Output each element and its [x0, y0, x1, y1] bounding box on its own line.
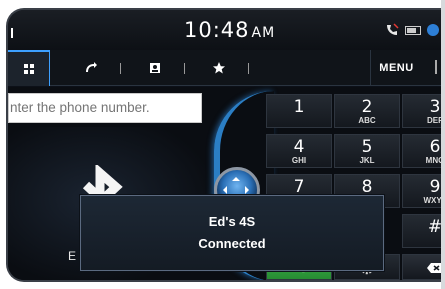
key-digit: 3 — [429, 97, 441, 117]
menu-button[interactable]: MENU — [370, 50, 422, 86]
key-5[interactable]: 5 JKL — [334, 134, 400, 168]
frame-edge — [441, 0, 445, 289]
key-digit: # — [427, 217, 443, 237]
key-digit: 4 — [293, 137, 305, 157]
clock: 10:48 AM — [184, 18, 275, 42]
paired-device-name: E — [68, 249, 77, 263]
tab-divider — [184, 63, 185, 74]
delete-button[interactable] — [402, 254, 445, 280]
popup-device-name: Ed's 4S — [208, 214, 256, 229]
key-digit: 8 — [361, 177, 373, 197]
key-9[interactable]: 9 WXYZ — [402, 174, 445, 208]
connection-popup: Ed's 4S Connected — [80, 195, 384, 271]
tab-dial-pad[interactable] — [8, 50, 50, 86]
key-1[interactable]: 1 — [266, 94, 332, 128]
status-icons — [385, 23, 439, 37]
key-letters: WXYZ — [423, 196, 445, 205]
key-4[interactable]: 4 GHI — [266, 134, 332, 168]
key-digit: 6 — [429, 137, 441, 157]
clock-time: 10:48 — [184, 18, 250, 42]
key-letters: DEF — [427, 116, 443, 125]
bluetooth-status-icon — [427, 24, 439, 36]
key-hash[interactable]: # — [402, 214, 445, 248]
key-letters: MNO — [425, 156, 445, 165]
key-letters: GHI — [291, 156, 307, 165]
contacts-icon — [150, 63, 160, 73]
battery-icon — [405, 25, 421, 35]
tab-divider — [248, 63, 249, 74]
key-digit: 5 — [361, 137, 373, 157]
key-digit: 9 — [429, 177, 441, 197]
star-icon — [213, 62, 225, 74]
arrow-right-icon — [245, 186, 253, 194]
keypad-icon — [23, 64, 34, 74]
tab-divider — [120, 63, 121, 74]
status-bar: 10:48 AM — [8, 10, 445, 50]
key-digit: 7 — [293, 177, 305, 197]
popup-status: Connected — [198, 236, 266, 251]
key-digit: 2 — [361, 97, 373, 117]
phone-number-input[interactable]: nter the phone number. — [8, 93, 202, 123]
clock-ampm: AM — [251, 25, 276, 41]
key-6[interactable]: 6 MNO — [402, 134, 445, 168]
tab-favorites[interactable] — [206, 50, 232, 86]
recent-calls-icon — [86, 62, 97, 72]
tab-contacts[interactable] — [142, 50, 168, 86]
back-edge-icon — [11, 28, 16, 38]
device-frame: 10:48 AM MENU nter the phone number. 1 2… — [0, 0, 445, 289]
key-letters: ABC — [358, 116, 376, 125]
phone-signal-icon — [387, 23, 399, 35]
arrow-left-icon — [219, 186, 227, 194]
key-3[interactable]: 3 DEF — [402, 94, 445, 128]
arrow-up-icon — [232, 173, 240, 181]
key-2[interactable]: 2 ABC — [334, 94, 400, 128]
key-digit: 1 — [293, 97, 305, 117]
key-letters: JKL — [359, 156, 375, 165]
head-unit-screen: 10:48 AM MENU nter the phone number. 1 2… — [6, 8, 445, 282]
phone-tab-bar: MENU — [8, 50, 445, 86]
tab-recent-calls[interactable] — [78, 50, 104, 86]
